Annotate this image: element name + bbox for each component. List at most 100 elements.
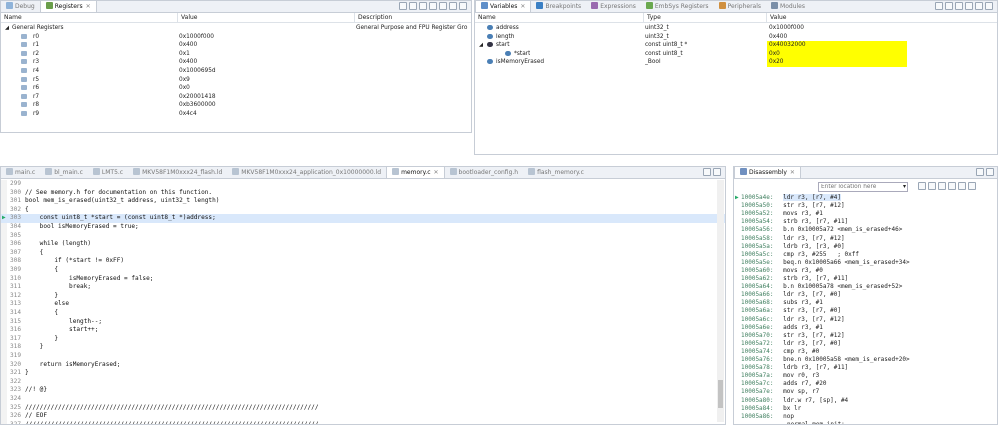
variable-type: const uint8_t * [645, 42, 688, 49]
line-number: 302 [9, 205, 21, 213]
register-row[interactable]: r0 0x1000f000 [1, 33, 471, 42]
tab-peripherals[interactable]: Peripherals [714, 1, 766, 12]
tab-debug[interactable]: Debug [1, 1, 40, 12]
location-input[interactable] [818, 182, 908, 192]
disassembly-line: 10005a80: ldr.w r7, [sp], #4 [741, 397, 848, 405]
menu-icon[interactable] [968, 182, 976, 190]
code-line: 325 /////////////////////////////////////… [1, 404, 725, 413]
toolbar-icon[interactable] [945, 2, 953, 10]
editor-tab[interactable]: MKV58F1M0xxx24_flash.ld [128, 167, 227, 178]
register-row[interactable]: r4 0x1000695d [1, 67, 471, 76]
register-row[interactable]: r9 0x4c4 [1, 110, 471, 119]
instruction-text: ldrb r3, [r3, #0] [783, 242, 845, 250]
refresh-icon[interactable] [958, 182, 966, 190]
code-line: 327 /////////////////////////////////////… [1, 420, 725, 425]
toolbar-icon[interactable] [965, 2, 973, 10]
code-text: { [25, 248, 44, 256]
tab-breakpoints[interactable]: Breakpoints [531, 1, 586, 12]
col-name[interactable]: Name [475, 13, 496, 23]
editor-tab[interactable]: bootloader_config.h [445, 167, 524, 178]
tab-variables[interactable]: Variables ✕ [475, 1, 532, 12]
minimize-icon[interactable] [703, 168, 711, 176]
toolbar-icon[interactable] [935, 2, 943, 10]
disassembly-listing[interactable]: ▶ 10005a4e: ldr r3, [r7, #4] 10005a50: str… [734, 194, 997, 424]
variable-row[interactable]: length uint32_t 0x400 [475, 33, 997, 42]
code-text: const uint8_t *start = (const uint8_t *)… [25, 214, 216, 222]
tab-modules[interactable]: Modules [766, 1, 810, 12]
toolbar-icon[interactable] [429, 2, 437, 10]
toolbar-icon[interactable] [399, 2, 407, 10]
link-icon[interactable] [928, 182, 936, 190]
variable-row[interactable]: ◢ start const uint8_t * 0x40032000 [475, 41, 997, 50]
code-editor[interactable]: 299 300 // See memory.h for documentation … [1, 180, 725, 424]
register-row[interactable]: r8 0xb3600000 [1, 101, 471, 110]
toolbar-icon[interactable] [985, 2, 993, 10]
col-description[interactable]: Description [354, 13, 392, 23]
tab-registers[interactable]: Registers ✕ [39, 1, 97, 12]
tab-embsys-registers[interactable]: EmbSys Registers [641, 1, 714, 12]
editor-scrollbar[interactable] [717, 180, 724, 422]
code-line: 326 // EOF [1, 412, 725, 421]
variable-row[interactable]: isMemoryErased _Bool 0x20 [475, 58, 997, 67]
file-icon [449, 168, 457, 175]
col-type[interactable]: Type [643, 13, 661, 23]
register-value: 0x400 [179, 42, 198, 49]
maximize-icon[interactable] [713, 168, 721, 176]
register-row[interactable]: r5 0x9 [1, 76, 471, 85]
col-name[interactable]: Name [1, 13, 22, 23]
disassembly-line: 10005a86: nop [741, 413, 794, 421]
scrollbar-thumb[interactable] [718, 380, 723, 408]
register-icon [21, 93, 29, 102]
line-number: 306 [9, 240, 21, 248]
editor-tab[interactable]: MKV58F1M0xxx24_application_0x10000000.ld [227, 167, 386, 178]
instruction-address: 10005a66: [741, 291, 774, 299]
line-number: 327 [9, 420, 21, 425]
editor-tab[interactable]: main.c [1, 167, 40, 178]
register-row[interactable]: r7 0x20001418 [1, 93, 471, 102]
close-icon[interactable]: ✕ [86, 3, 91, 10]
expand-arrow-icon[interactable]: ◢ [5, 24, 9, 33]
toolbar-icon[interactable] [955, 2, 963, 10]
minimize-icon[interactable] [976, 168, 984, 176]
register-row[interactable]: r1 0x400 [1, 41, 471, 50]
maximize-icon[interactable] [986, 168, 994, 176]
home-icon[interactable] [918, 182, 926, 190]
register-row[interactable]: r6 0x0 [1, 84, 471, 93]
editor-tab[interactable]: flash_memory.c [523, 167, 589, 178]
instruction-address: 10005a5c: [741, 250, 774, 258]
close-icon[interactable]: ✕ [520, 3, 525, 10]
toolbar-icon[interactable] [975, 2, 983, 10]
register-row[interactable]: r3 0x400 [1, 58, 471, 67]
editor-tab[interactable]: memory.c ✕ [386, 167, 445, 178]
col-value[interactable]: Value [766, 13, 786, 23]
editor-tab[interactable]: LMT5.c [88, 167, 128, 178]
close-icon[interactable]: ✕ [434, 169, 439, 176]
maximize-icon[interactable] [459, 2, 467, 10]
dropdown-icon[interactable]: ▾ [903, 183, 906, 190]
toolbar-icon[interactable] [419, 2, 427, 10]
toolbar-icon[interactable] [409, 2, 417, 10]
instruction-address: 10005a6a: [741, 307, 774, 315]
col-value[interactable]: Value [177, 13, 197, 23]
group-row[interactable]: ◢ General Registers General Purpose and … [1, 24, 471, 33]
minimize-icon[interactable] [449, 2, 457, 10]
variable-row[interactable]: address uint32_t 0x1000f000 [475, 24, 997, 33]
filter-icon[interactable] [948, 182, 956, 190]
source-icon[interactable] [938, 182, 946, 190]
tab-expressions[interactable]: Expressions [586, 1, 641, 12]
close-icon[interactable]: ✕ [790, 169, 795, 176]
expand-arrow-icon[interactable]: ◢ [479, 41, 483, 50]
variable-icon [487, 41, 495, 50]
register-row[interactable]: r2 0x1 [1, 50, 471, 59]
variable-name: *start [514, 50, 531, 57]
tab-disassembly[interactable]: Disassembly ✕ [734, 167, 801, 178]
variable-value: 0x0 [767, 49, 907, 59]
instruction-address: 10005a5a: [741, 242, 774, 250]
register-name: r0 [33, 33, 40, 40]
toolbar-icon[interactable] [439, 2, 447, 10]
instruction-address: 10005a78: [741, 364, 774, 372]
editor-tab[interactable]: bl_main.c [40, 167, 88, 178]
variable-row[interactable]: *start const uint8_t 0x0 [475, 49, 997, 59]
instruction-text: nop [783, 412, 794, 420]
instruction-text: ldrb r3, [r7, #11] [783, 364, 849, 372]
